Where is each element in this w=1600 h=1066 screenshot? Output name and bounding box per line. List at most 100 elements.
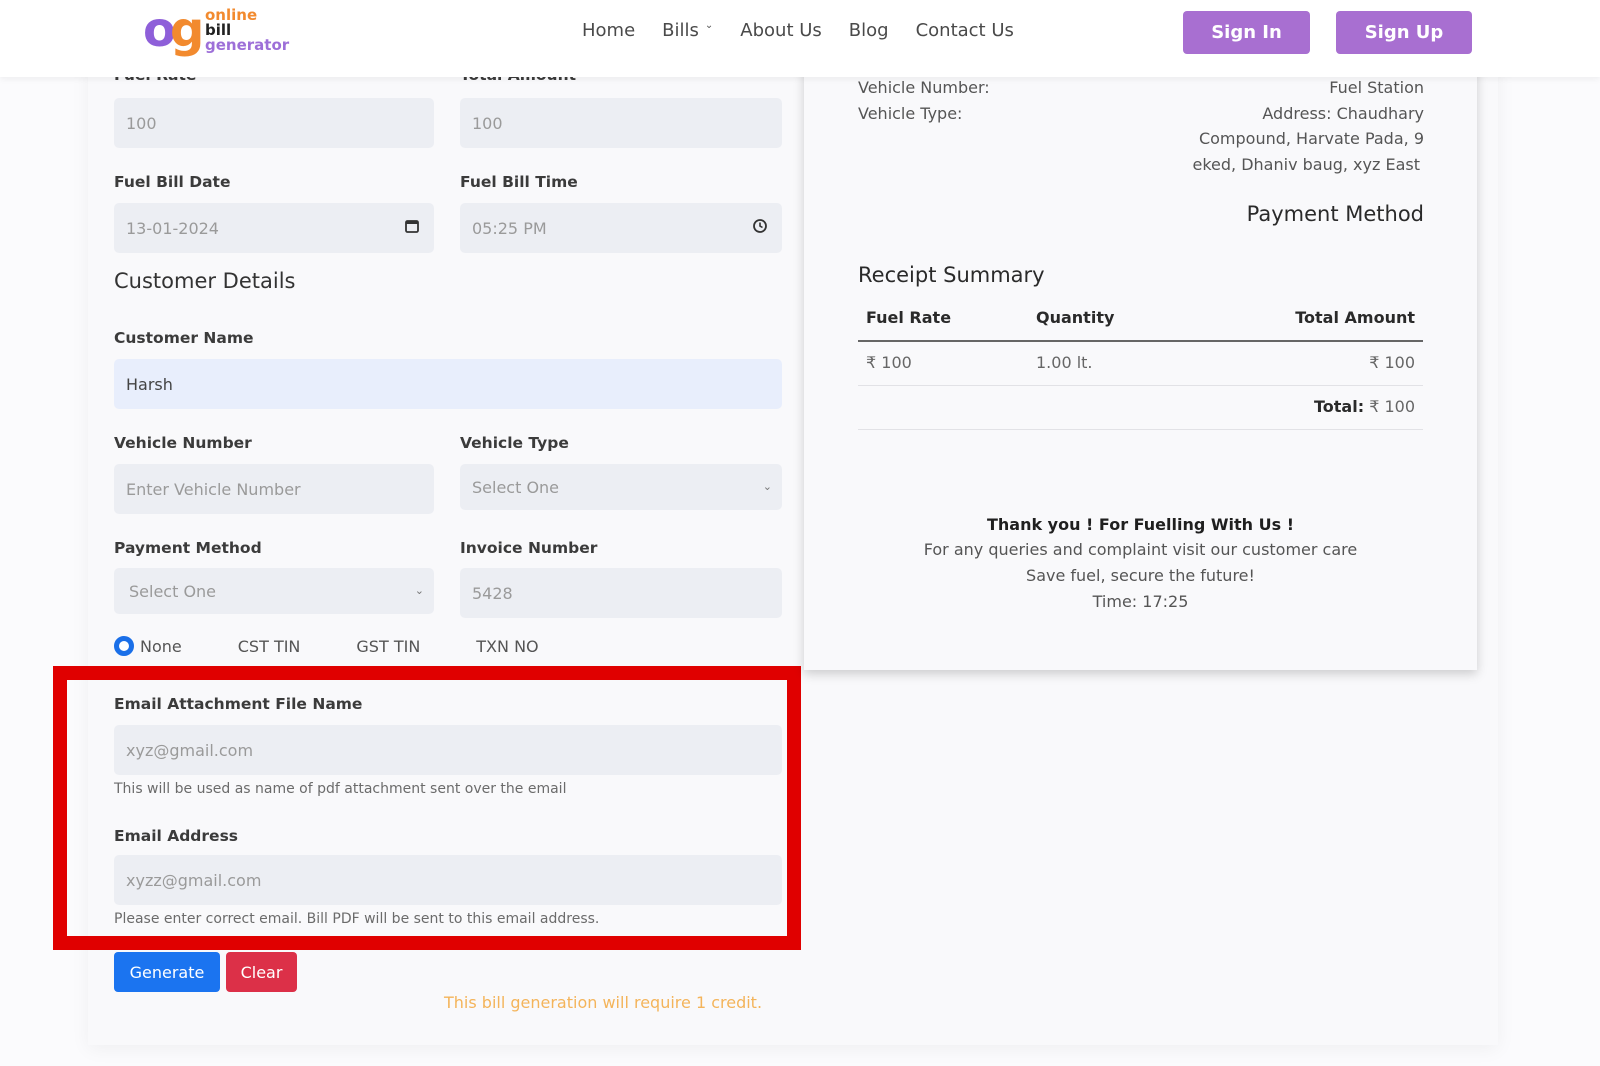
- nav-label: Home: [582, 20, 636, 41]
- email-attachment-label: Email Attachment File Name: [114, 695, 363, 713]
- tax-option-radio-group: None CST TIN GST TIN TXN NO: [114, 636, 569, 656]
- radio-dot-icon[interactable]: [450, 636, 470, 656]
- logo-wordmark: online bill generator: [205, 8, 289, 53]
- site-header: og online bill generator Home Bills ⌄ Abo…: [0, 0, 1600, 77]
- vehicle-number-placeholder: Enter Vehicle Number: [126, 479, 301, 499]
- customer-name-value: Harsh: [126, 374, 173, 394]
- receipt-queries-note: For any queries and complaint visit our …: [923, 540, 1358, 559]
- vehicle-type-selected: Select One: [472, 477, 560, 497]
- logo-mark: og: [143, 2, 204, 58]
- payment-method-label: Payment Method: [114, 539, 262, 557]
- receipt-cell-quantity: 1.00 lt.: [1036, 353, 1093, 372]
- fuel-bill-date-label: Fuel Bill Date: [114, 173, 231, 191]
- sign-up-button[interactable]: Sign Up: [1336, 11, 1472, 54]
- table-row-divider: [858, 385, 1423, 386]
- nav-label: About Us: [740, 20, 822, 41]
- customer-name-input[interactable]: Harsh: [114, 359, 782, 409]
- radio-label: GST TIN: [356, 636, 421, 656]
- vehicle-number-label: Vehicle Number: [114, 434, 252, 452]
- vehicle-type-label: Vehicle Type: [460, 434, 569, 452]
- email-address-input[interactable]: xyzz@gmail.com: [114, 855, 782, 905]
- nav-home[interactable]: Home: [582, 20, 635, 41]
- receipt-slogan: Save fuel, secure the future!: [1026, 566, 1255, 585]
- clear-button[interactable]: Clear: [226, 952, 297, 992]
- receipt-thank-you: Thank you ! For Fuelling With Us !: [986, 515, 1295, 534]
- receipt-cell-fuel-rate: ₹ 100: [866, 353, 912, 372]
- nav-contact-us[interactable]: Contact Us: [916, 20, 1014, 41]
- radio-label: CST TIN: [237, 636, 301, 656]
- receipt-station-name: Fuel Station: [1329, 78, 1424, 97]
- email-address-help: Please enter correct email. Bill PDF wil…: [114, 911, 600, 927]
- radio-none[interactable]: None: [114, 636, 182, 656]
- vehicle-type-select[interactable]: Select One ⌄: [460, 464, 782, 510]
- invoice-number-value: 5428: [472, 583, 513, 603]
- receipt-time: Time: 17:25: [1092, 592, 1189, 611]
- receipt-col-quantity: Quantity: [1036, 308, 1115, 327]
- site-logo[interactable]: og online bill generator: [143, 2, 303, 62]
- radio-gst-tin[interactable]: GST TIN: [330, 636, 420, 656]
- total-amount-value: 100: [472, 113, 503, 133]
- fuel-bill-date-input[interactable]: 13-01-2024: [114, 203, 434, 253]
- main-nav: Home Bills ⌄ About Us Blog Contact Us: [582, 20, 1041, 41]
- table-header-divider: [858, 340, 1423, 342]
- nav-blog[interactable]: Blog: [849, 20, 889, 41]
- clock-icon[interactable]: [752, 218, 768, 234]
- radio-txn-no[interactable]: TXN NO: [450, 636, 538, 656]
- fuel-rate-value: 100: [126, 113, 157, 133]
- receipt-col-total-amount: Total Amount: [1295, 308, 1415, 327]
- fuel-bill-time-value: 05:25 PM: [472, 218, 547, 238]
- calendar-icon[interactable]: [404, 218, 420, 234]
- receipt-preview-card: Vehicle Number: Vehicle Type: Fuel Stati…: [804, 60, 1477, 670]
- payment-method-select[interactable]: Select One ⌄: [114, 568, 434, 614]
- radio-dot-icon[interactable]: [212, 636, 232, 656]
- email-attachment-placeholder: xyz@gmail.com: [126, 740, 254, 760]
- invoice-number-label: Invoice Number: [460, 539, 598, 557]
- email-address-placeholder: xyzz@gmail.com: [126, 870, 262, 890]
- chevron-down-icon: ⌄: [704, 20, 714, 31]
- payment-method-selected: Select One: [129, 581, 217, 601]
- radio-label: TXN NO: [476, 636, 539, 656]
- radio-label: None: [140, 636, 182, 656]
- fuel-rate-input[interactable]: 100: [114, 98, 434, 148]
- invoice-number-input[interactable]: 5428: [460, 568, 782, 618]
- receipt-address-line-2: Compound, Harvate Pada, 9: [1198, 129, 1424, 148]
- customer-name-label: Customer Name: [114, 329, 254, 347]
- receipt-payment-method-heading: Payment Method: [1246, 202, 1424, 226]
- nav-bills[interactable]: Bills ⌄: [662, 20, 713, 41]
- receipt-cell-total-amount: ₹ 100: [1369, 353, 1415, 372]
- receipt-vehicle-number-label: Vehicle Number:: [858, 78, 990, 97]
- table-total-divider: [858, 429, 1423, 430]
- receipt-address-line-1: Address: Chaudhary: [1262, 104, 1424, 123]
- sign-in-button[interactable]: Sign In: [1183, 11, 1310, 54]
- radio-dot-icon[interactable]: [114, 636, 134, 656]
- receipt-total-label: Total:: [1313, 397, 1365, 416]
- email-attachment-help: This will be used as name of pdf attachm…: [114, 781, 567, 797]
- nav-label: Bills: [662, 20, 699, 41]
- email-address-label: Email Address: [114, 827, 239, 845]
- radio-dot-icon[interactable]: [330, 636, 350, 656]
- radio-cst-tin[interactable]: CST TIN: [212, 636, 301, 656]
- generate-button[interactable]: Generate: [114, 952, 220, 992]
- email-attachment-input[interactable]: xyz@gmail.com: [114, 725, 782, 775]
- total-amount-input[interactable]: 100: [460, 98, 782, 148]
- credit-note: This bill generation will require 1 cred…: [444, 993, 763, 1012]
- fuel-bill-time-label: Fuel Bill Time: [460, 173, 578, 191]
- receipt-col-fuel-rate: Fuel Rate: [866, 308, 952, 327]
- nav-label: Blog: [848, 20, 889, 41]
- receipt-total-value: ₹ 100: [1369, 397, 1415, 416]
- receipt-summary-heading: Receipt Summary: [858, 263, 1045, 287]
- receipt-total: Total: ₹ 100: [1314, 397, 1415, 416]
- customer-details-heading: Customer Details: [114, 269, 296, 293]
- logo-mark-g: g: [169, 2, 204, 58]
- receipt-vehicle-type-label: Vehicle Type:: [858, 104, 963, 123]
- logo-mark-o: o: [143, 2, 176, 58]
- nav-about-us[interactable]: About Us: [740, 20, 822, 41]
- chevron-down-icon: ⌄: [762, 480, 772, 493]
- fuel-bill-time-input[interactable]: 05:25 PM: [460, 203, 782, 253]
- chevron-down-icon: ⌄: [414, 584, 424, 597]
- vehicle-number-input[interactable]: Enter Vehicle Number: [114, 464, 434, 514]
- logo-word-generator: generator: [205, 36, 290, 54]
- fuel-bill-date-value: 13-01-2024: [126, 218, 219, 238]
- receipt-address-line-3: eked, Dhaniv baug, xyz East: [1192, 155, 1421, 174]
- nav-label: Contact Us: [915, 20, 1014, 41]
